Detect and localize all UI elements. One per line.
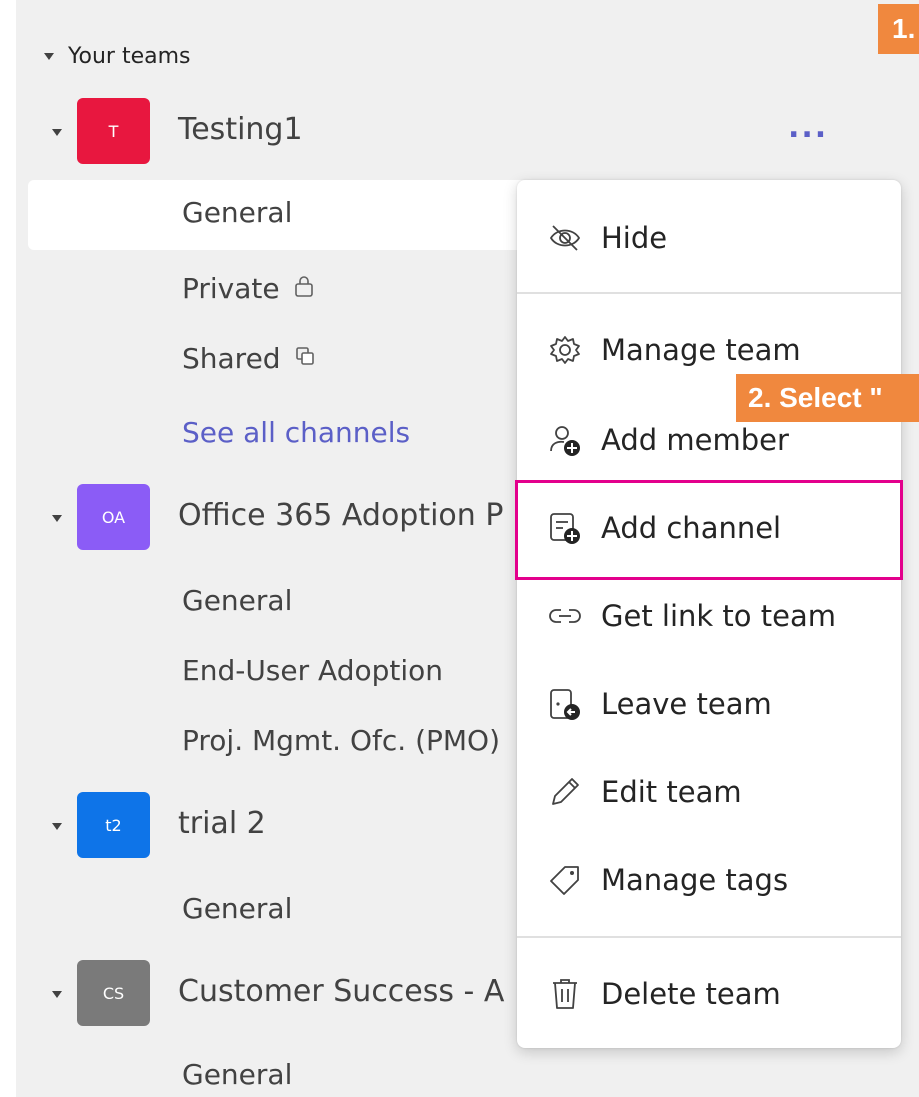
menu-divider — [517, 936, 901, 938]
menu-item-delete-team[interactable]: Delete team — [517, 962, 901, 1026]
section-label: Your teams — [68, 43, 191, 69]
channel-end-user-adoption[interactable]: End-User Adoption — [182, 654, 443, 687]
channel-shared[interactable]: Shared — [182, 342, 315, 375]
channel-general[interactable]: General — [182, 1058, 292, 1091]
caret-down-icon — [52, 515, 62, 522]
team-row-testing1[interactable]: T Testing1 — [0, 98, 880, 168]
caret-down-icon — [52, 823, 62, 830]
tag-icon — [545, 860, 585, 900]
menu-item-edit-team[interactable]: Edit team — [517, 760, 901, 824]
pencil-icon — [545, 772, 585, 812]
gear-icon — [545, 330, 585, 370]
team-name: trial 2 — [178, 806, 266, 841]
channel-general[interactable]: General — [182, 196, 292, 229]
team-name: Testing1 — [178, 112, 303, 147]
lock-icon — [294, 275, 314, 302]
channel-private[interactable]: Private — [182, 272, 314, 305]
see-all-channels-link[interactable]: See all channels — [182, 416, 410, 449]
leave-team-icon — [545, 684, 585, 724]
team-options-menu: Hide Manage team Add member Add channel … — [517, 180, 901, 1048]
shared-channel-icon — [295, 346, 315, 371]
menu-item-manage-team[interactable]: Manage team — [517, 318, 901, 382]
add-channel-highlight — [515, 480, 903, 580]
link-icon — [545, 596, 585, 636]
team-name: Office 365 Adoption P — [178, 498, 504, 533]
avatar: t2 — [77, 792, 150, 858]
step-1-callout: 1. — [878, 4, 919, 54]
menu-item-hide[interactable]: Hide — [517, 206, 901, 270]
channel-selected-highlight — [28, 180, 568, 250]
more-options-icon[interactable]: ... — [788, 113, 828, 143]
caret-down-icon — [52, 129, 62, 136]
trash-icon — [545, 974, 585, 1014]
add-person-icon — [545, 420, 585, 460]
team-name: Customer Success - A — [178, 974, 505, 1009]
step-2-callout: 2. Select " — [736, 374, 919, 422]
eye-off-icon — [545, 218, 585, 258]
caret-down-icon — [52, 991, 62, 998]
channel-general[interactable]: General — [182, 584, 292, 617]
menu-item-leave-team[interactable]: Leave team — [517, 672, 901, 736]
menu-divider — [517, 292, 901, 294]
menu-item-manage-tags[interactable]: Manage tags — [517, 848, 901, 912]
avatar: T — [77, 98, 150, 164]
channel-pmo[interactable]: Proj. Mgmt. Ofc. (PMO) — [182, 724, 500, 757]
avatar: CS — [77, 960, 150, 1026]
your-teams-header[interactable]: Your teams — [44, 38, 191, 74]
channel-general[interactable]: General — [182, 892, 292, 925]
avatar: OA — [77, 484, 150, 550]
menu-item-get-link[interactable]: Get link to team — [517, 584, 901, 648]
caret-down-icon — [44, 52, 54, 60]
